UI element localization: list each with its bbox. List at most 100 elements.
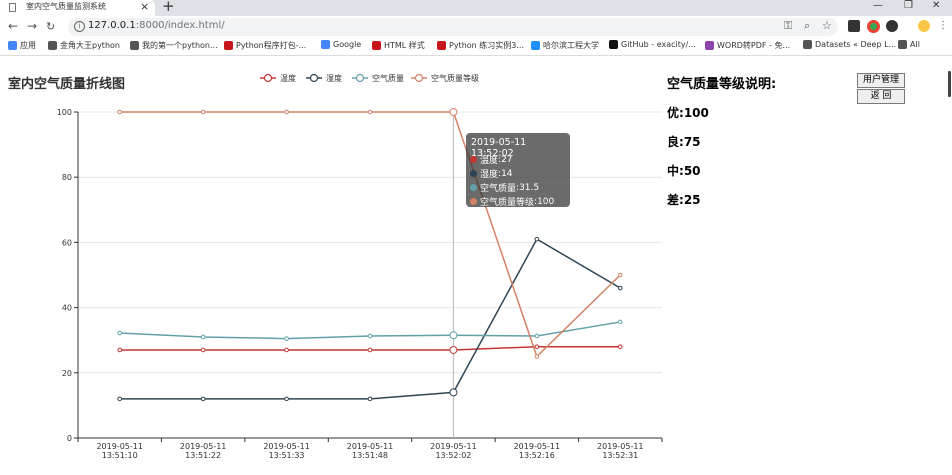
level-poor: 差:25 xyxy=(667,191,701,208)
level-value: 75 xyxy=(683,135,701,149)
level-label: 中: xyxy=(667,164,684,178)
minimize-icon[interactable]: — xyxy=(873,0,883,11)
chart-tooltip: 2019-05-11 13:52:02 温度: 27 湿度: 14 空气质量: 31… xyxy=(466,133,570,208)
bookmark-item[interactable]: 金角大王python xyxy=(48,40,120,51)
tooltip-label: 空气质量 xyxy=(480,184,517,194)
tooltip-value: 31.5 xyxy=(519,182,540,193)
y-tick-label: 20 xyxy=(62,369,72,378)
data-point xyxy=(534,333,540,339)
new-tab-icon[interactable]: + xyxy=(162,0,175,15)
tooltip-label: 空气质量等级 xyxy=(480,198,535,208)
profile-avatar-icon[interactable] xyxy=(918,20,930,32)
tooltip-row: 空气质量等级: 100 xyxy=(470,195,554,208)
data-point xyxy=(534,344,540,350)
y-tick-label: 100 xyxy=(57,108,72,117)
data-point xyxy=(284,396,289,402)
bookmark-label: Datasets « Deep L... xyxy=(815,40,897,49)
y-tick-label: 40 xyxy=(62,304,72,313)
page-favicon-icon xyxy=(9,3,16,12)
bookmark-item[interactable]: HTML 样式 xyxy=(372,40,425,51)
bookmark-label: Python程序打包-... xyxy=(236,41,307,50)
bookmark-item[interactable]: 应用 xyxy=(8,40,36,51)
data-point xyxy=(367,333,373,339)
bookmark-label: Python 练习实例3... xyxy=(449,41,524,50)
data-point xyxy=(534,236,540,242)
bookmark-label: 我的第一个python... xyxy=(142,41,218,50)
bookmark-item[interactable]: All xyxy=(898,40,920,49)
page-icon xyxy=(130,41,139,50)
page-icon xyxy=(48,41,57,50)
restore-icon[interactable]: ❐ xyxy=(904,0,913,11)
key-icon[interactable]: ⚿ xyxy=(784,19,792,33)
bookmark-item[interactable]: WORD转PDF - 免... xyxy=(705,40,790,51)
level-value: 25 xyxy=(683,193,701,207)
x-tick-label: 2019-05-11 13:51:33 xyxy=(263,442,310,460)
bookmark-label: GitHub - exacity/... xyxy=(621,40,696,49)
data-point xyxy=(200,334,206,340)
forward-arrow-icon[interactable]: → xyxy=(27,19,37,33)
data-point xyxy=(284,336,289,341)
apps-grid-icon xyxy=(8,41,17,50)
level-value: 50 xyxy=(683,164,701,178)
menu-dots-icon[interactable]: ⋮ xyxy=(938,21,948,33)
tab-close-icon[interactable]: × xyxy=(140,0,149,13)
bookmark-item[interactable]: 我的第一个python... xyxy=(130,40,218,51)
data-point xyxy=(367,396,373,402)
bookmark-label: 金角大王python xyxy=(60,41,120,50)
x-tick-label: 2019-05-11 13:52:16 xyxy=(514,442,561,460)
bookmark-item[interactable]: Python 练习实例3... xyxy=(437,40,524,51)
x-tick-label: 2019-05-11 13:52:31 xyxy=(597,442,644,460)
level-label: 良: xyxy=(667,135,684,149)
tooltip-value: 27 xyxy=(501,154,513,165)
back-arrow-icon[interactable]: ← xyxy=(8,19,18,33)
back-button[interactable]: 返 回 xyxy=(857,89,905,104)
data-point xyxy=(284,109,289,115)
extension-icon[interactable] xyxy=(848,20,860,32)
address-bar[interactable]: i 127.0.0.1:8000/index.html/ ⚿ ⌕ ☆ xyxy=(68,18,838,36)
data-point xyxy=(200,109,206,115)
bookmark-item[interactable]: Python程序打包-... xyxy=(224,40,306,51)
page-icon xyxy=(803,40,812,49)
bookmark-item[interactable]: GitHub - exacity/... xyxy=(609,40,696,49)
chrome-extension-icon[interactable] xyxy=(867,20,880,33)
url-host: 127.0.0.1 xyxy=(88,20,136,31)
tooltip-label: 温度 xyxy=(480,156,499,166)
window-close-icon[interactable]: ✕ xyxy=(932,0,940,11)
level-label: 差: xyxy=(667,193,684,207)
site-icon xyxy=(705,41,714,50)
bookmark-label: HTML 样式 xyxy=(384,41,425,50)
tooltip-label: 湿度 xyxy=(480,170,499,180)
tab-title: 室内空气质量监测系统 xyxy=(26,2,106,11)
bookmark-item[interactable]: Google xyxy=(321,40,361,49)
site-icon xyxy=(531,41,540,50)
tooltip-row: 湿度: 14 xyxy=(470,167,513,180)
data-point xyxy=(367,347,373,353)
active-tab[interactable]: 室内空气质量监测系统 × xyxy=(0,0,155,16)
x-tick-label: 2019-05-11 13:51:22 xyxy=(180,442,227,460)
level-value: 100 xyxy=(683,106,709,120)
bookmark-star-icon[interactable]: ☆ xyxy=(822,19,832,32)
level-excellent: 优:100 xyxy=(667,104,709,121)
data-point xyxy=(200,396,206,402)
data-point xyxy=(617,319,623,325)
site-info-icon[interactable]: i xyxy=(74,21,85,32)
line-chart: 0 20 40 60 80 100 2019-05-11 13:51:10 2019-05-11… xyxy=(57,108,663,460)
data-point xyxy=(117,109,123,115)
bookmark-label: All xyxy=(910,40,920,49)
zoom-icon[interactable]: ⌕ xyxy=(804,19,810,33)
user-admin-button[interactable]: 用户管理 xyxy=(857,73,905,88)
extension2-icon[interactable] xyxy=(886,20,898,32)
data-point xyxy=(449,345,458,354)
url-text[interactable]: 127.0.0.1:8000/index.html/ xyxy=(88,20,225,31)
csdn-icon xyxy=(224,41,233,50)
data-point xyxy=(617,344,623,350)
y-tick-label: 0 xyxy=(67,434,72,443)
series-line xyxy=(119,238,621,400)
bookmark-item[interactable]: Datasets « Deep L... xyxy=(803,40,896,49)
tab-strip: 室内空气质量监测系统 × + — ❐ ✕ xyxy=(0,0,952,16)
scrollbar-thumb[interactable] xyxy=(948,71,951,97)
series-dot-icon xyxy=(470,198,477,205)
level-good: 良:75 xyxy=(667,133,701,150)
reload-icon[interactable]: ↻ xyxy=(46,20,55,33)
bookmark-item[interactable]: 哈尔滨工程大学 xyxy=(531,40,599,51)
